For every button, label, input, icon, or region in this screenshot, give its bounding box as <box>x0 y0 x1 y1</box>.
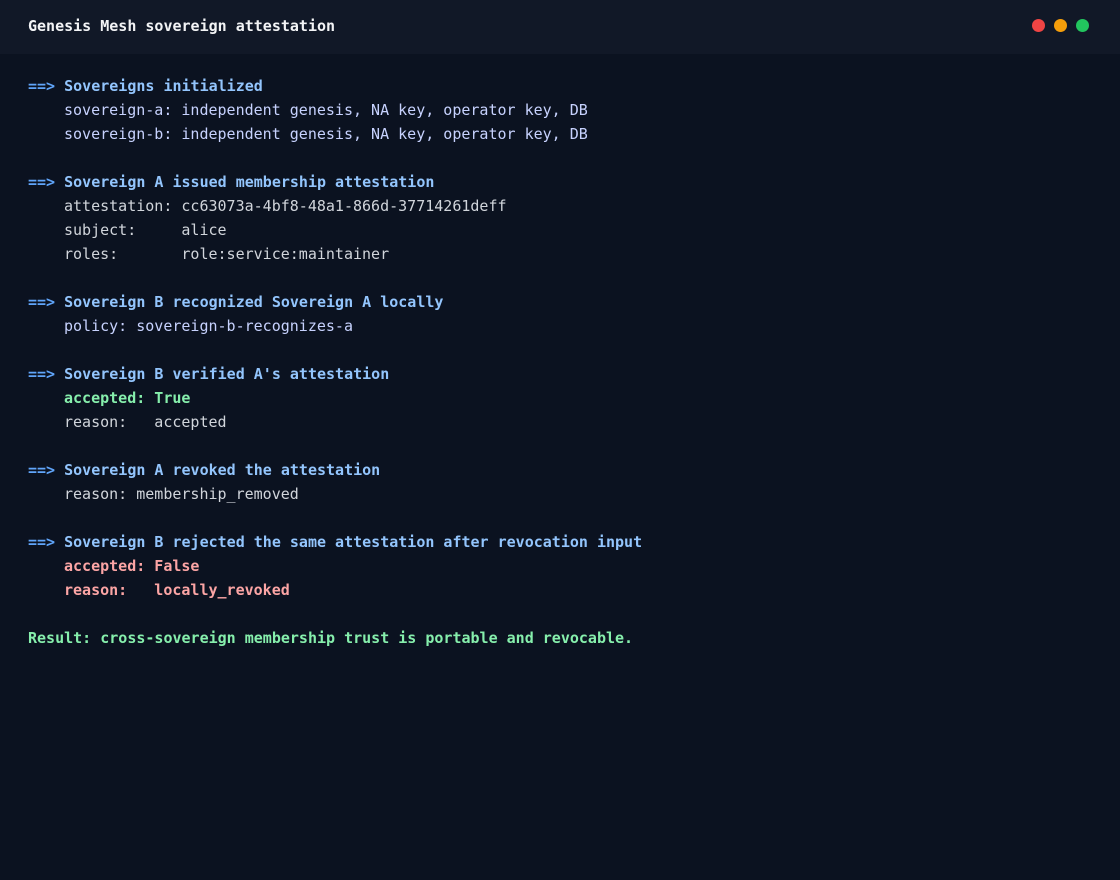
prompt-arrow: ==> <box>28 533 56 551</box>
section-heading: ==> Sovereign A issued membership attest… <box>28 170 1092 194</box>
prompt-arrow: ==> <box>28 293 56 311</box>
output-line: attestation: cc63073a-4bf8-48a1-866d-377… <box>64 197 507 215</box>
section-heading: ==> Sovereigns initialized <box>28 74 1092 98</box>
section-title: Sovereign A issued membership attestatio… <box>64 173 435 191</box>
prompt-arrow: ==> <box>28 461 56 479</box>
terminal-window: Genesis Mesh sovereign attestation ==> S… <box>0 0 1120 880</box>
close-dot-icon[interactable] <box>1032 19 1045 32</box>
terminal-output: ==> Sovereigns initialized sovereign-a: … <box>28 74 1092 650</box>
output-line: sovereign-a: independent genesis, NA key… <box>64 101 588 119</box>
section-title: Sovereign B verified A's attestation <box>64 365 390 383</box>
output-line: reason: membership_removed <box>64 485 299 503</box>
section-title: Sovereign A revoked the attestation <box>64 461 381 479</box>
section-heading: ==> Sovereign A revoked the attestation <box>28 458 1092 482</box>
output-line: reason: accepted <box>64 413 227 431</box>
section-title: Sovereign B rejected the same attestatio… <box>64 533 643 551</box>
output-line: sovereign-b: independent genesis, NA key… <box>64 125 588 143</box>
rejected-line: reason: locally_revoked <box>64 581 290 599</box>
minimize-dot-icon[interactable] <box>1054 19 1067 32</box>
prompt-arrow: ==> <box>28 77 56 95</box>
title-bar: Genesis Mesh sovereign attestation <box>0 0 1120 54</box>
section-heading: ==> Sovereign B verified A's attestation <box>28 362 1092 386</box>
output-line: subject: alice <box>64 221 227 239</box>
output-line: policy: sovereign-b-recognizes-a <box>64 317 353 335</box>
rejected-line: accepted: False <box>64 557 200 575</box>
section-title: Sovereign B recognized Sovereign A local… <box>64 293 444 311</box>
section-title: Sovereigns initialized <box>64 77 263 95</box>
prompt-arrow: ==> <box>28 365 56 383</box>
maximize-dot-icon[interactable] <box>1076 19 1089 32</box>
result-line: Result: cross-sovereign membership trust… <box>28 629 634 647</box>
accepted-line: accepted: True <box>64 389 191 407</box>
window-controls <box>1032 19 1089 32</box>
window-title: Genesis Mesh sovereign attestation <box>28 17 336 35</box>
output-line: roles: role:service:maintainer <box>64 245 390 263</box>
section-heading: ==> Sovereign B recognized Sovereign A l… <box>28 290 1092 314</box>
prompt-arrow: ==> <box>28 173 56 191</box>
section-heading: ==> Sovereign B rejected the same attest… <box>28 530 1092 554</box>
